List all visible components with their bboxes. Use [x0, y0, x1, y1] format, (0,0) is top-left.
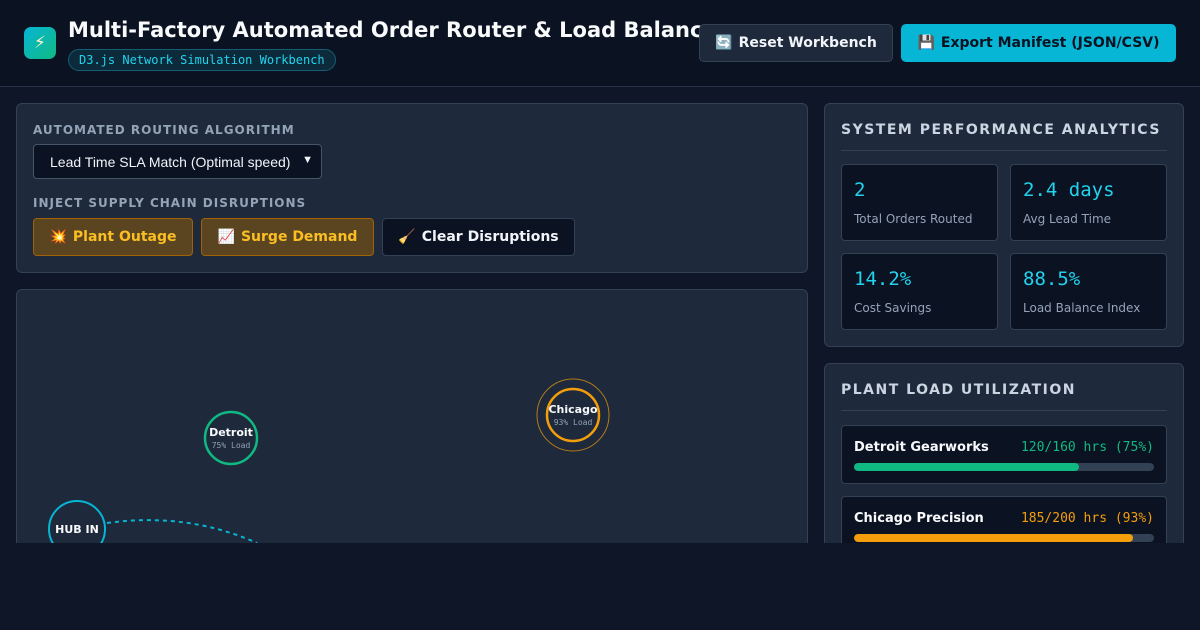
- metric-label: Load Balance Index: [1023, 301, 1141, 315]
- broom-icon: 🧹: [398, 229, 416, 245]
- node-chicago-load: 93% Load: [554, 418, 593, 427]
- plant-name: Chicago Precision: [854, 511, 984, 526]
- algorithm-label: AUTOMATED ROUTING ALGORITHM: [33, 123, 295, 137]
- reset-workbench-button[interactable]: 🔄 Reset Workbench: [699, 24, 893, 62]
- node-detroit-label: Detroit: [209, 426, 253, 439]
- node-detroit[interactable]: Detroit 75% Load: [203, 410, 259, 466]
- routing-algorithm-select[interactable]: Lead Time SLA Match (Optimal speed) ▼: [33, 144, 322, 179]
- subtitle-badge: D3.js Network Simulation Workbench: [68, 49, 336, 71]
- viewport-cutoff: [0, 543, 1200, 630]
- metric-label: Total Orders Routed: [854, 212, 973, 226]
- analytics-divider: [841, 150, 1167, 151]
- metric-value: 2: [854, 179, 866, 201]
- routing-algorithm-value: Lead Time SLA Match (Optimal speed): [50, 153, 291, 170]
- chevron-down-icon: ▼: [302, 154, 313, 166]
- utilization-title: PLANT LOAD UTILIZATION: [841, 382, 1076, 398]
- controls-panel: AUTOMATED ROUTING ALGORITHM Lead Time SL…: [16, 103, 808, 273]
- load-bar-track: [854, 534, 1154, 542]
- network-graph: Detroit 75% Load Chicago 93% Load HUB IN: [48, 378, 610, 558]
- metric-load-balance-index: 88.5% Load Balance Index: [1010, 253, 1167, 330]
- surge-demand-label: Surge Demand: [240, 229, 358, 245]
- metric-label: Cost Savings: [854, 301, 932, 315]
- load-bar-fill: [854, 463, 1079, 471]
- node-detroit-load: 75% Load: [212, 441, 251, 450]
- chart-increasing-icon: 📈: [217, 229, 235, 245]
- load-bar-fill: [854, 534, 1133, 542]
- clear-disruptions-label: Clear Disruptions: [421, 229, 559, 245]
- metric-value: 14.2%: [854, 268, 912, 290]
- export-manifest-label: Export Manifest (JSON/CSV): [940, 35, 1160, 51]
- plant-outage-label: Plant Outage: [72, 229, 177, 245]
- plant-card[interactable]: Detroit Gearworks 120/160 hrs (75%): [841, 425, 1167, 484]
- analytics-panel: SYSTEM PERFORMANCE ANALYTICS 2 Total Ord…: [824, 103, 1184, 347]
- clear-disruptions-button[interactable]: 🧹 Clear Disruptions: [382, 218, 575, 256]
- node-chicago-label: Chicago: [548, 403, 597, 416]
- reset-workbench-label: Reset Workbench: [738, 35, 877, 51]
- node-chicago[interactable]: Chicago 93% Load: [536, 378, 610, 452]
- refresh-icon: 🔄: [715, 35, 733, 51]
- surge-demand-button[interactable]: 📈 Surge Demand: [201, 218, 374, 256]
- metric-label: Avg Lead Time: [1023, 212, 1112, 226]
- plant-outage-button[interactable]: 💥 Plant Outage: [33, 218, 193, 256]
- node-hub-label: HUB IN: [55, 523, 99, 536]
- app-title: Multi-Factory Automated Order Router & L…: [68, 18, 728, 42]
- metric-cost-savings: 14.2% Cost Savings: [841, 253, 998, 330]
- utilization-divider: [841, 410, 1167, 411]
- lightning-bolt-icon: ⚡: [24, 27, 56, 59]
- floppy-disk-icon: 💾: [917, 35, 935, 51]
- plant-name: Detroit Gearworks: [854, 440, 989, 455]
- disruptions-label: INJECT SUPPLY CHAIN DISRUPTIONS: [33, 196, 307, 210]
- plant-hours: 120/160 hrs (75%): [1020, 440, 1154, 455]
- logo-glyph: ⚡: [34, 33, 46, 53]
- load-bar-track: [854, 463, 1154, 471]
- collision-icon: 💥: [49, 229, 67, 245]
- network-canvas[interactable]: Detroit 75% Load Chicago 93% Load HUB IN: [16, 289, 808, 569]
- export-manifest-button[interactable]: 💾 Export Manifest (JSON/CSV): [901, 24, 1176, 62]
- metric-total-orders: 2 Total Orders Routed: [841, 164, 998, 241]
- plant-hours: 185/200 hrs (93%): [1020, 511, 1154, 526]
- metric-avg-lead-time: 2.4 days Avg Lead Time: [1010, 164, 1167, 241]
- metric-value: 88.5%: [1023, 268, 1081, 290]
- route-link: [106, 519, 258, 544]
- metric-value: 2.4 days: [1023, 179, 1115, 201]
- analytics-title: SYSTEM PERFORMANCE ANALYTICS: [841, 122, 1161, 138]
- top-bar: ⚡ Multi-Factory Automated Order Router &…: [0, 0, 1200, 87]
